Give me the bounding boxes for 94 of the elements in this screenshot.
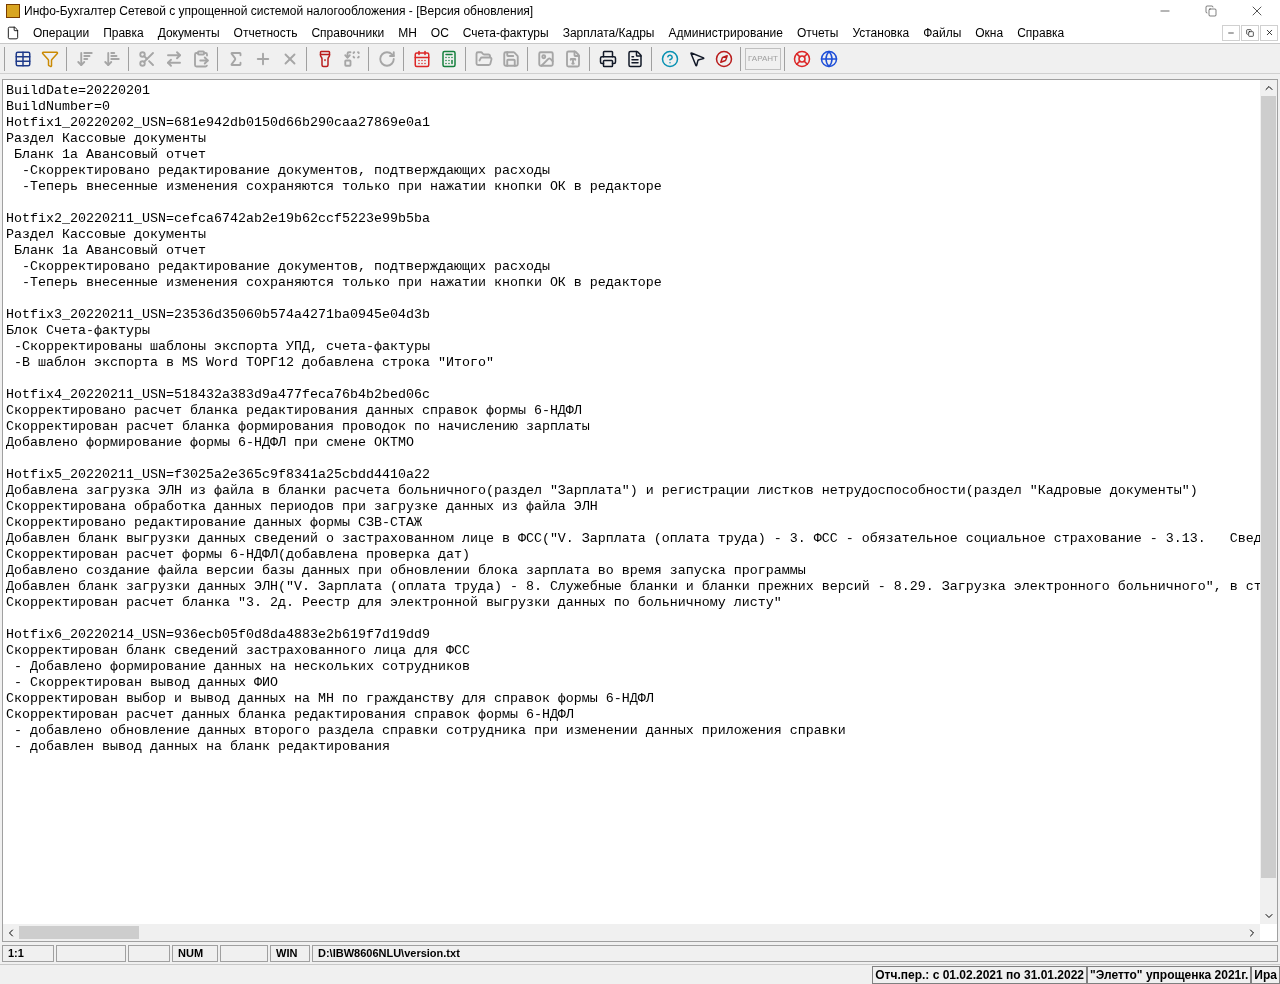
text-line: - Добавлено формирование данных на нескольких сотрудников — [13, 659, 470, 674]
status-cell — [220, 944, 268, 962]
text-line: Hotfix4_20220211_USN=518432a383d9a477feca76b4b2bed06c — [6, 387, 430, 402]
info-cell: Ира — [1251, 965, 1280, 984]
mdi-restore-button[interactable] — [1241, 24, 1259, 41]
page-icon — [625, 49, 644, 68]
menu-item[interactable]: Зарплата/Кадры — [555, 23, 662, 42]
text-line: Скорректирован бланк сведений застрахованного лица для ФСС — [6, 643, 470, 658]
menu-item[interactable]: Счета-фактуры — [455, 23, 556, 42]
text-line: Скорректирован выбор и вывод данных на МН по гражданству для справок формы 6-НДФЛ — [6, 691, 654, 706]
info-cell: Отч.пер.: с 01.02.2021 по 31.01.2022 — [872, 965, 1088, 984]
app-icon — [6, 4, 20, 18]
text-line: Добавлено создание файла версии базы данных при обновлении блока зарплата во время запуска программы — [6, 563, 806, 578]
filter-icon — [40, 49, 59, 68]
refresh-icon — [377, 49, 396, 68]
help-icon — [660, 49, 679, 68]
text-line: - добавлен вывод данных на бланк редактирования — [13, 739, 390, 754]
menu-item[interactable]: Справка — [1010, 23, 1072, 42]
status-cell: NUM — [172, 944, 218, 962]
text-line: Раздел Кассовые документы — [6, 131, 206, 146]
text-line: -В шаблон экспорта в MS Word ТОРГ12 добавлена строка "Итого" — [13, 355, 494, 370]
text-line: BuildDate=20220201 — [6, 83, 150, 98]
menu-item[interactable]: Отчетность — [226, 23, 305, 42]
text-line: -Теперь внесенные изменения сохраняются только при нажатии кнопки ОК в редакторе — [21, 179, 662, 194]
text-line: BuildNumber=0 — [6, 99, 110, 114]
text-line: Бланк 1а Авансовый отчет — [13, 243, 206, 258]
folder-icon — [474, 49, 493, 68]
lifebuoy-icon — [793, 49, 812, 68]
mdi-minimize-button[interactable] — [1222, 24, 1240, 41]
text-line: Скорректирован расчет данных бланка редактирования справок формы 6-НДФЛ — [6, 707, 574, 722]
replace-icon — [342, 49, 361, 68]
text-line: -Теперь внесенные изменения сохраняются только при нажатии кнопки ОК в редакторе — [21, 275, 662, 290]
status-cell: D:\IBW8606NLU\version.txt — [312, 944, 1278, 962]
text-line: Скорректировано расчет бланка редактирования данных справок формы 6-НДФЛ — [6, 403, 582, 418]
menu-item[interactable]: Отчеты — [789, 23, 846, 42]
cut-icon — [137, 49, 156, 68]
table-icon — [13, 49, 32, 68]
info-cell: "Элетто" упрощенка 2021г. — [1087, 965, 1252, 984]
menu-item[interactable]: Окна — [968, 23, 1011, 42]
text-line: Скорректирован расчет бланка "3. 2д. Реестр для электронной выгрузки данных по больничному листу" — [6, 595, 782, 610]
menu-item[interactable]: Операции — [26, 23, 97, 42]
text-line: Блок Счета-фактуры — [6, 323, 150, 338]
sort-ascending-icon — [102, 49, 121, 68]
text-line: Скорректировано редактирование данных формы СЗВ-СТАЖ — [6, 515, 422, 530]
compass-icon — [714, 49, 733, 68]
text-line: Hotfix6_20220214_USN=936ecb05f0d8da4883e2b619f7d19dd9 — [6, 627, 430, 642]
save-icon — [501, 49, 520, 68]
text-line: Скорректирован расчет бланка формирования проводок по начислению зарплаты — [6, 419, 590, 434]
text-line: Бланк 1а Авансовый отчет — [13, 147, 206, 162]
paste-icon — [191, 49, 210, 68]
calendar-icon — [412, 49, 431, 68]
mdi-close-button[interactable] — [1260, 24, 1278, 41]
status-cell: WIN — [270, 944, 310, 962]
text-line: Hotfix3_20220211_USN=23536d35060b574a4271ba0945e04d3b — [6, 307, 430, 322]
horizontal-scrollbar[interactable] — [3, 924, 1260, 941]
window-title: Инфо-Бухгалтер Сетевой с упрощенной системой налогообложения - [Версия обновления] — [24, 3, 535, 20]
menu-item[interactable]: Администрирование — [661, 23, 790, 42]
image-icon — [536, 49, 555, 68]
text-line: Hotfix1_20220202_USN=681e942db0150d66b290caa27869e0a1 — [6, 115, 430, 130]
text-line: -Скорректированы шаблоны экспорта УПД, счета-фактуры — [13, 339, 430, 354]
vertical-scrollbar[interactable] — [1260, 80, 1277, 924]
calculator-icon — [439, 49, 458, 68]
close-icon — [1264, 28, 1274, 37]
status-cell — [56, 944, 126, 962]
text-line: Скорректирована обработка данных периодов при загрузке данных из файла ЭЛН — [6, 499, 598, 514]
menu-item[interactable]: МН — [391, 23, 424, 42]
status-cell — [128, 944, 170, 962]
scrollbar-thumb[interactable] — [1261, 96, 1276, 878]
document-icon — [6, 25, 20, 40]
menu-item[interactable]: Правка — [96, 23, 151, 42]
menu-item[interactable]: ОС — [423, 23, 456, 42]
restore-icon — [1246, 28, 1254, 37]
arrows-icon — [164, 49, 183, 68]
status-cell: 1:1 — [2, 944, 54, 962]
text-line: Скорректирован расчет формы 6-НДФЛ(добавлена проверка дат) — [6, 547, 470, 562]
scrollbar-thumb[interactable] — [19, 926, 139, 939]
printer-icon — [598, 49, 617, 68]
menu-item[interactable]: Документы — [150, 23, 227, 42]
text-line: -Скорректировано редактирование документов, подтверждающих расходы — [21, 163, 550, 178]
text-line: Раздел Кассовые документы — [6, 227, 206, 242]
text-line: -Скорректировано редактирование документов, подтверждающих расходы — [21, 259, 550, 274]
menu-item[interactable]: Установка — [845, 23, 917, 42]
text-line: - Скорректирован вывод данных ФИО — [13, 675, 278, 690]
text-line: Hotfix2_20220211_USN=cefca6742ab2e19b62ccf5223e99b5ba — [6, 211, 430, 226]
text-line: - добавлено обновление данных второго раздела справки сотрудника при изменении данных приложения справки — [13, 723, 846, 738]
sort-descending-icon — [75, 49, 94, 68]
restore-icon — [1205, 5, 1217, 17]
globe-icon — [820, 49, 839, 68]
menu-item[interactable]: Файлы — [916, 23, 969, 42]
text-line: Добавлено формирование формы 6-НДФЛ при смене ОКТМО — [6, 435, 414, 450]
text-line: Добавлен бланк загрузки данных ЭЛН("V. Зарплата (оплата труда) - 8. Служебные бланки и бланки прежних версий - 8.29. Загрузка электронного больничного", в ст — [6, 579, 1260, 594]
menu-item[interactable]: Справочники — [304, 23, 392, 42]
text-line: Hotfix5_20220211_USN=f3025a2e365c9f8341a25cbdd4410a22 — [6, 467, 430, 482]
text-line: Добавлена загрузка ЭЛН из файла в бланки расчета больничного(раздел "Зарплата") и регистрации листков нетрудоспособности(раздел "Кадровые документы") — [6, 483, 1198, 498]
